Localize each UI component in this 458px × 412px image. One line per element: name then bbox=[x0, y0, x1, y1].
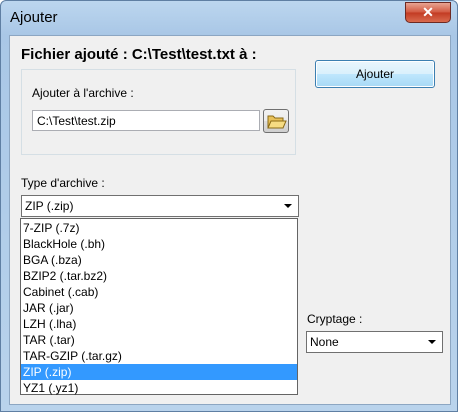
archive-type-option[interactable]: BZIP2 (.tar.bz2) bbox=[21, 268, 297, 284]
archive-type-option[interactable]: TAR-GZIP (.tar.gz) bbox=[21, 348, 297, 364]
archive-type-option[interactable]: LZH (.lha) bbox=[21, 316, 297, 332]
encryption-selected: None bbox=[310, 335, 339, 349]
archive-type-select[interactable]: ZIP (.zip) bbox=[21, 195, 299, 217]
chevron-down-icon bbox=[284, 204, 292, 208]
chevron-down-icon bbox=[428, 340, 436, 344]
add-to-archive-label: Ajouter à l'archive : bbox=[32, 86, 134, 100]
archive-group: Ajouter à l'archive : C:\Test\test.zip bbox=[21, 69, 296, 155]
archive-type-option[interactable]: YZ1 (.yz1) bbox=[21, 380, 297, 396]
encryption-select[interactable]: None bbox=[306, 331, 443, 353]
add-button[interactable]: Ajouter bbox=[315, 60, 435, 88]
archive-type-option-selected[interactable]: ZIP (.zip) bbox=[21, 364, 297, 380]
archive-type-selected: ZIP (.zip) bbox=[25, 199, 74, 213]
file-added-heading: Fichier ajouté : C:\Test\test.txt à : bbox=[21, 46, 257, 63]
encryption-label: Cryptage : bbox=[307, 312, 363, 326]
archive-type-label: Type d'archive : bbox=[21, 176, 105, 190]
close-button[interactable]: ✕ bbox=[405, 2, 451, 23]
close-icon: ✕ bbox=[422, 4, 434, 20]
archive-type-option[interactable]: BlackHole (.bh) bbox=[21, 236, 297, 252]
window-title: Ajouter bbox=[10, 9, 58, 26]
title-bar[interactable]: Ajouter ✕ bbox=[1, 1, 457, 35]
open-folder-icon bbox=[267, 115, 287, 129]
browse-folder-button[interactable] bbox=[263, 109, 289, 133]
add-dialog-window: Ajouter ✕ Fichier ajouté : C:\Test\test.… bbox=[0, 0, 458, 412]
archive-type-option[interactable]: JAR (.jar) bbox=[21, 300, 297, 316]
archive-type-dropdown-list[interactable]: 7-ZIP (.7z) BlackHole (.bh) BGA (.bza) B… bbox=[20, 218, 298, 395]
archive-type-option[interactable]: Cabinet (.cab) bbox=[21, 284, 297, 300]
archive-type-option[interactable]: TAR (.tar) bbox=[21, 332, 297, 348]
archive-type-option[interactable]: 7-ZIP (.7z) bbox=[21, 220, 297, 236]
archive-type-option[interactable]: BGA (.bza) bbox=[21, 252, 297, 268]
archive-path-input[interactable]: C:\Test\test.zip bbox=[32, 110, 260, 131]
